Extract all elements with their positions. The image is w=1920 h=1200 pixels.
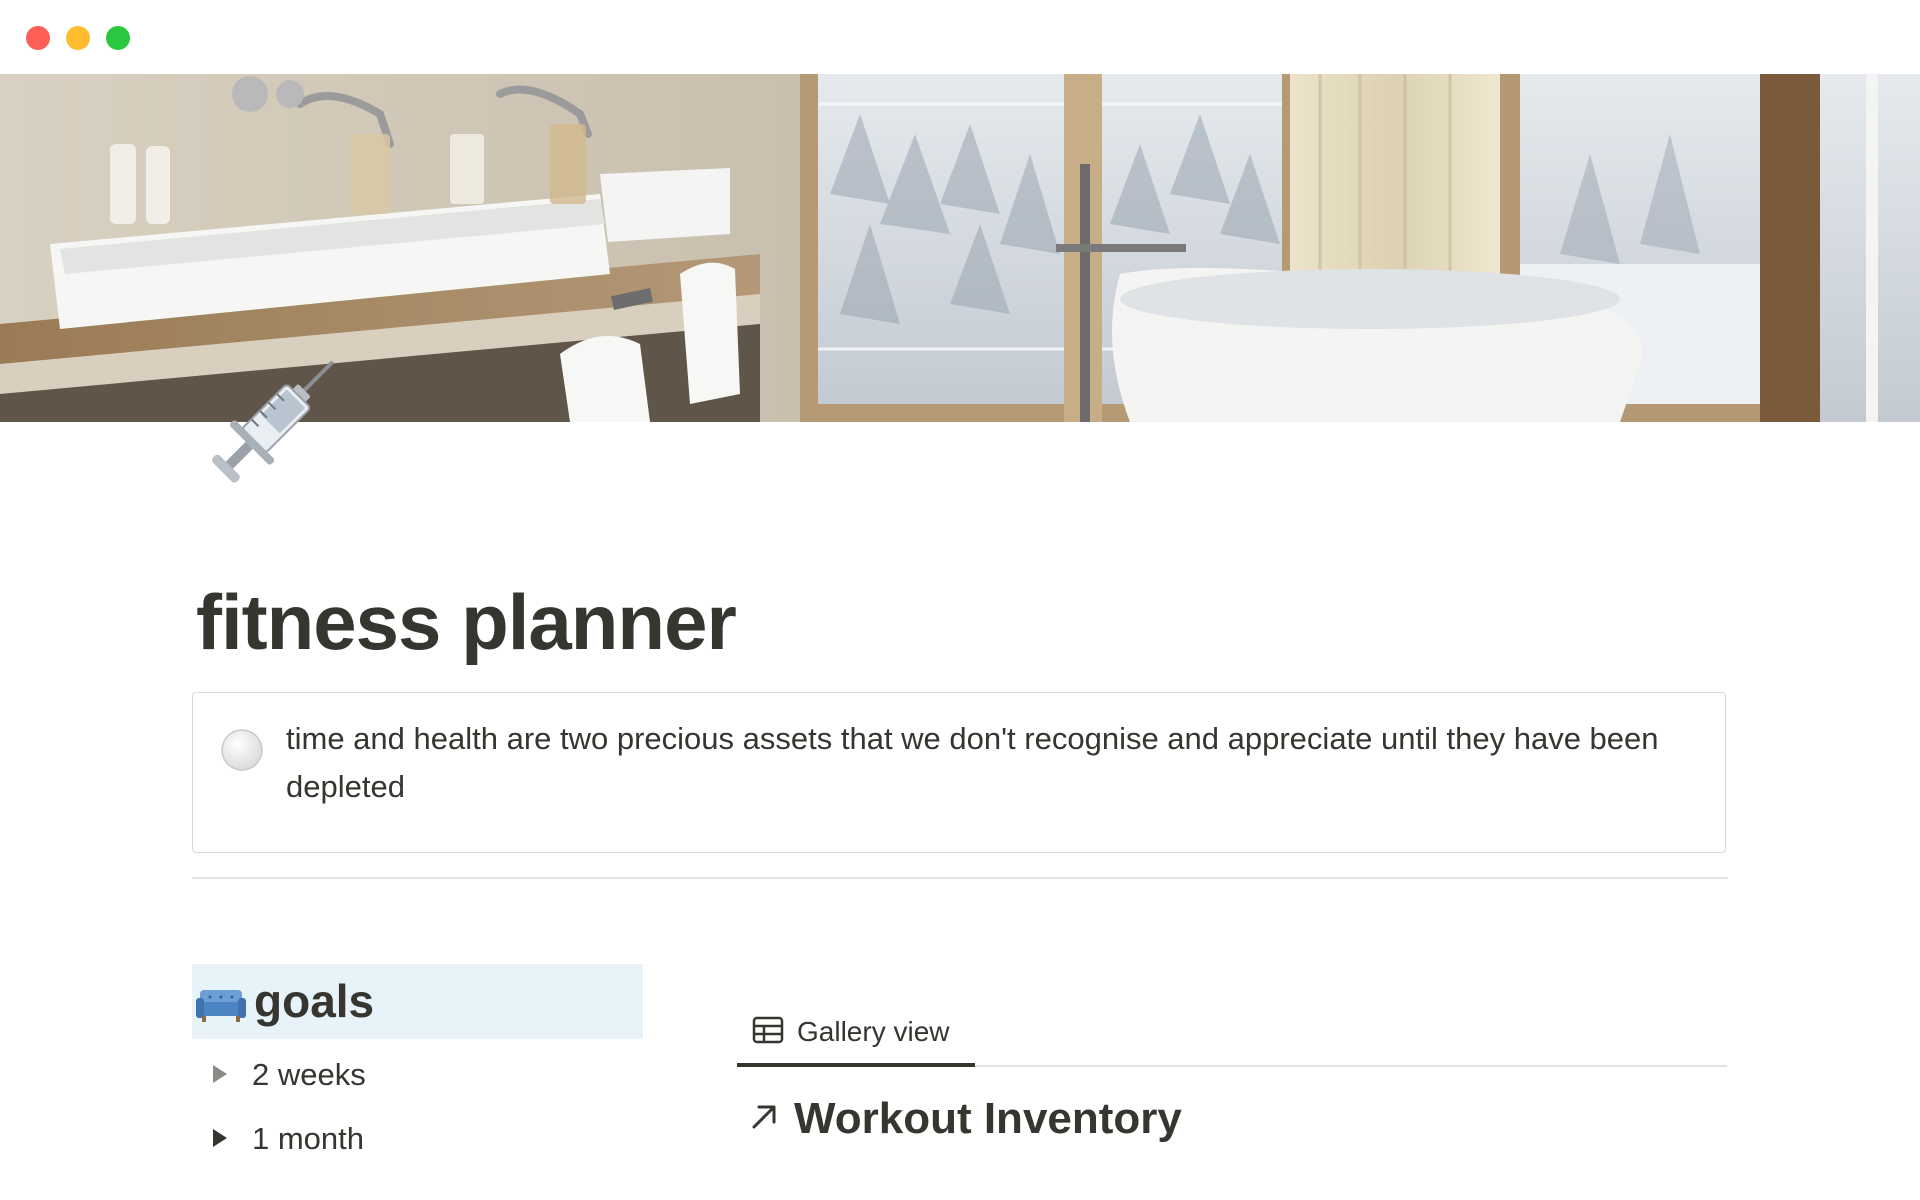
maximize-window-button[interactable] [106,26,130,50]
tab-gallery-view[interactable]: Gallery view [737,1004,975,1068]
goals-heading[interactable]: goals [192,964,643,1039]
toggle-item-2-weeks[interactable]: 2 weeks [192,1047,643,1101]
white-circle-icon[interactable] [220,728,264,772]
toggle-label: 1 month [252,1121,365,1156]
page-title[interactable]: fitness planner [196,572,737,672]
toggle-item-1-month[interactable]: 1 month [192,1111,643,1165]
close-window-button[interactable] [26,26,50,50]
syringe-icon[interactable] [194,342,354,502]
arrow-up-right-icon [748,1101,780,1133]
minimize-window-button[interactable] [66,26,90,50]
title-bar [0,0,1920,74]
divider [192,877,1728,879]
callout-text[interactable]: time and health are two precious assets … [286,715,1696,811]
table-icon [752,1016,784,1044]
active-tab-indicator [737,1063,975,1067]
callout-block[interactable]: time and health are two precious assets … [192,692,1726,853]
toggle-label: 2 weeks [252,1057,366,1092]
database-title-label: Workout Inventory [794,1094,1182,1143]
triangle-right-icon[interactable] [206,1061,232,1087]
tab-label: Gallery view [797,1016,950,1047]
goals-heading-label: goals [254,975,375,1027]
triangle-right-icon[interactable] [206,1125,232,1151]
couch-icon [196,978,246,1028]
app-window: fitness planner time and health are two … [0,0,1920,1200]
